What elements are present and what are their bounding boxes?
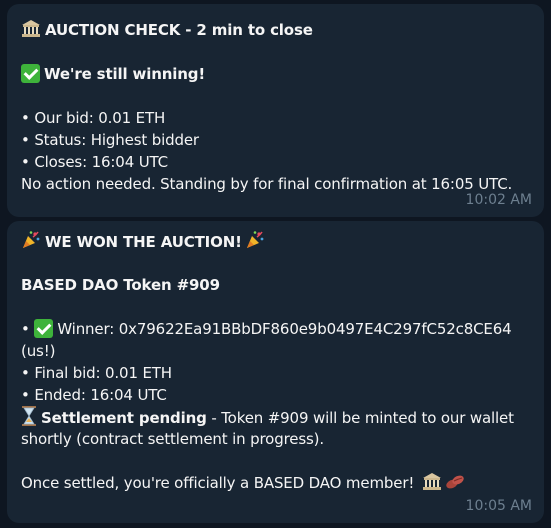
- closes-line: • Closes: 16:04 UTC: [21, 153, 168, 171]
- settlement-line: Settlement pending - Token #909 will be …: [21, 406, 530, 428]
- message-bubble-auction-check[interactable]: AUCTION CHECK - 2 min to close We're sti…: [7, 4, 544, 217]
- ended-line: • Ended: 16:04 UTC: [21, 386, 167, 404]
- token-name: BASED DAO Token #909: [21, 276, 220, 294]
- closing-text: Once settled, you're officially a BASED …: [21, 474, 415, 492]
- bank-icon: [21, 19, 41, 44]
- message-title-row: WE WON THE AUCTION!: [21, 230, 530, 252]
- closing-line: Once settled, you're officially a BASED …: [21, 472, 530, 494]
- winner-address[interactable]: Winner: 0x79622Ea91BBbDF860e9b0497E4C297…: [57, 320, 511, 338]
- check-mark-icon: [21, 64, 40, 83]
- party-popper-icon: [245, 230, 265, 256]
- party-popper-icon: [21, 230, 41, 256]
- bullet: •: [21, 320, 35, 338]
- winner-line: • Winner: 0x79622Ea91BBbDF860e9b0497E4C2…: [21, 318, 530, 340]
- bid-line: • Our bid: 0.01 ETH: [21, 109, 166, 127]
- status-line: • Status: Highest bidder: [21, 131, 199, 149]
- winner-suffix: (us!): [21, 342, 56, 360]
- beans-icon: [445, 473, 465, 497]
- message-headline: We're still winning!: [44, 65, 206, 83]
- settlement-label: Settlement pending: [41, 409, 207, 427]
- message-timestamp: 10:05 AM: [465, 498, 532, 514]
- message-title-row: AUCTION CHECK - 2 min to close: [21, 19, 530, 41]
- message-timestamp: 10:02 AM: [465, 192, 532, 208]
- final-bid-line: • Final bid: 0.01 ETH: [21, 364, 172, 382]
- message-bubble-auction-won[interactable]: WE WON THE AUCTION! BASED DAO Token #909…: [7, 221, 544, 523]
- message-title: AUCTION CHECK - 2 min to close: [45, 21, 313, 39]
- message-headline-row: We're still winning!: [21, 63, 530, 85]
- check-mark-icon: [34, 319, 54, 338]
- note-line: No action needed. Standing by for final …: [21, 175, 513, 193]
- bank-icon: [422, 472, 442, 497]
- message-title: WE WON THE AUCTION!: [45, 233, 242, 251]
- settlement-continuation: shortly (contract settlement in progress…: [21, 430, 324, 448]
- settlement-text: - Token #909 will be minted to our walle…: [206, 409, 514, 427]
